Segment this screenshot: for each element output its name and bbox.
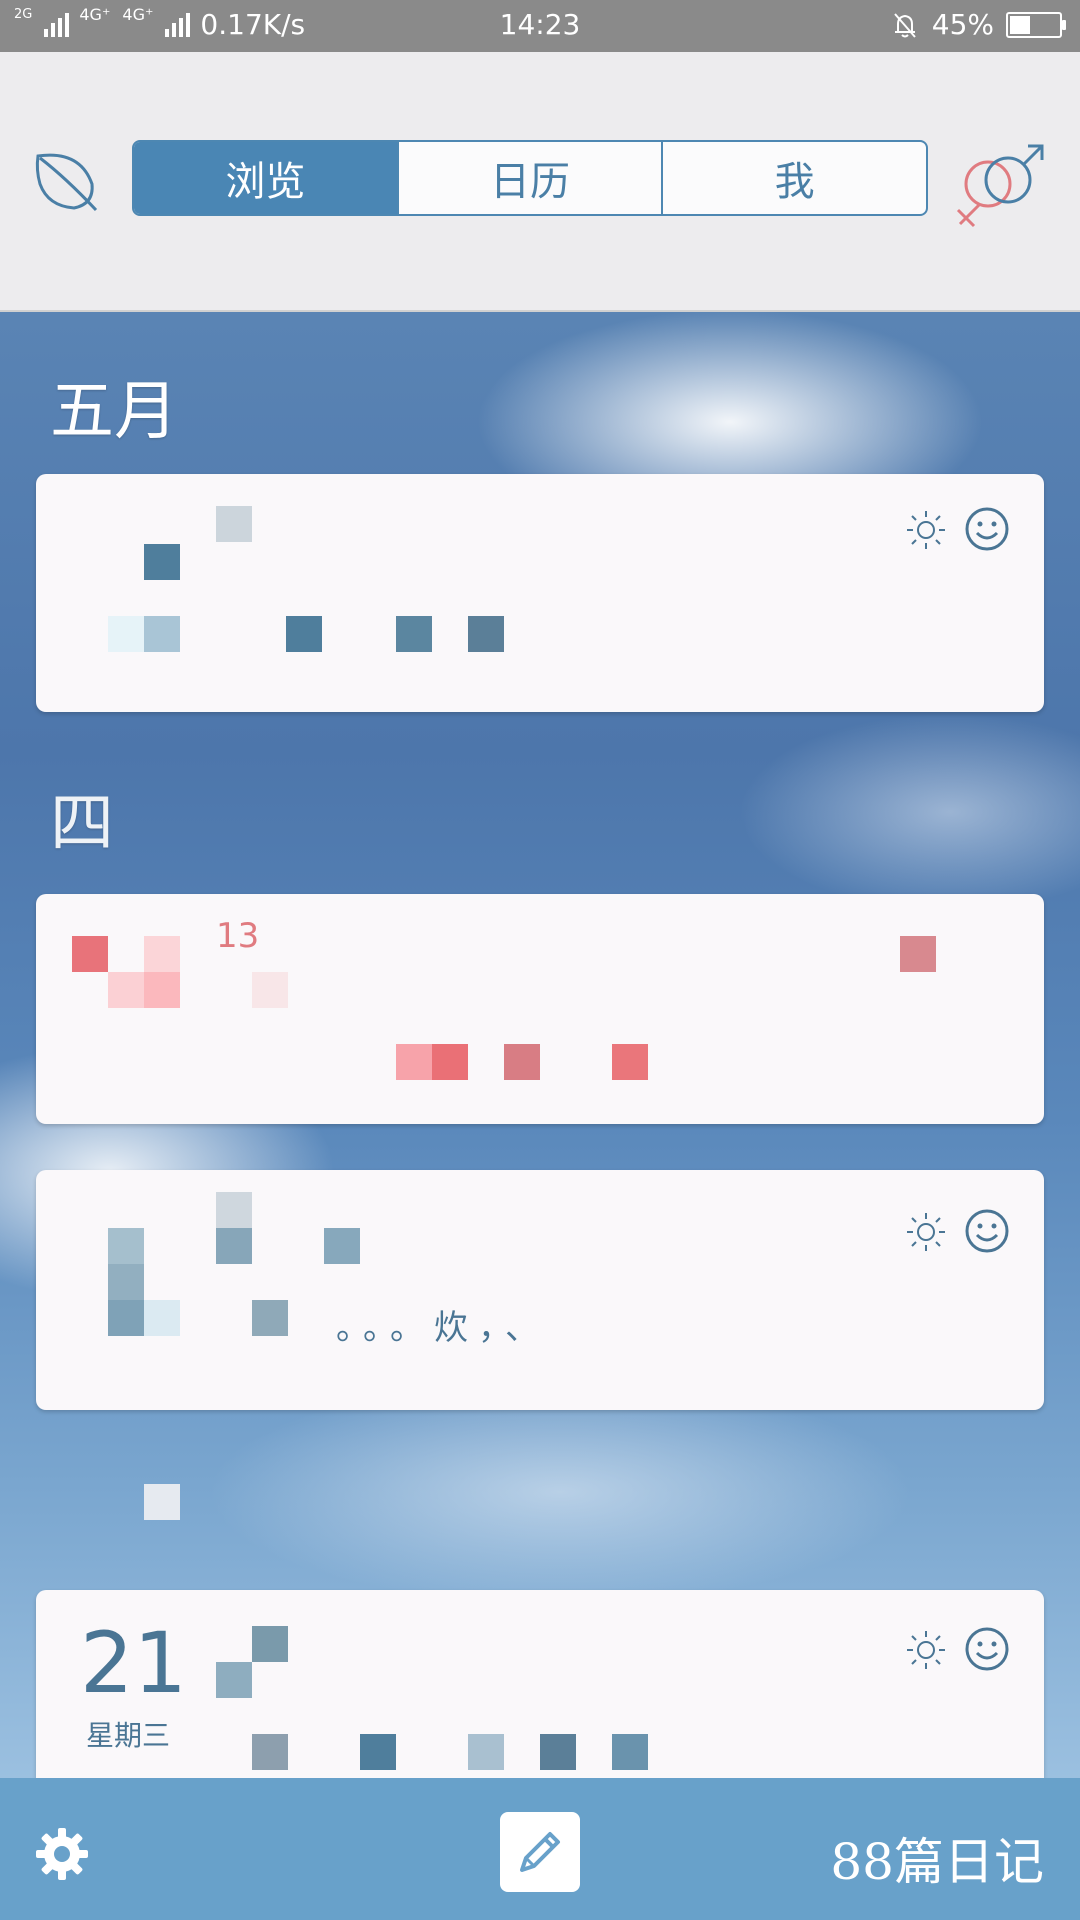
diary-entry-card[interactable]: [36, 474, 1044, 712]
smiley-icon: [965, 1209, 1009, 1253]
entry-day-number: 21: [80, 1614, 187, 1712]
status-right: 45%: [890, 8, 1066, 41]
pixelated-content: [468, 1734, 504, 1770]
pixelated-content: [396, 1044, 432, 1080]
battery-percent: 45%: [931, 8, 994, 41]
pixelated-content: [252, 972, 288, 1008]
entry-snippet: 。。。炊，、: [336, 1308, 549, 1348]
pixelated-content: [216, 506, 252, 542]
pixelated-content: [108, 1300, 144, 1336]
pixelated-content: [612, 1734, 648, 1770]
tab-calendar[interactable]: 日历: [399, 142, 664, 214]
pixelated-content: [144, 972, 180, 1008]
pixelated-content: [144, 936, 180, 972]
battery-fill: [1010, 15, 1030, 34]
leaf-icon[interactable]: [30, 144, 102, 216]
entry-weekday: 星期三: [86, 1719, 171, 1752]
view-segmented-control: 浏览 日历 我: [132, 140, 928, 216]
entry-day-number: 13: [216, 916, 260, 956]
pixelated-content: [432, 1044, 468, 1080]
battery-icon: [1006, 11, 1066, 38]
pixelated-content: [286, 616, 322, 652]
tab-browse[interactable]: 浏览: [134, 142, 399, 214]
sun-icon: [907, 1631, 945, 1669]
pixelated-content: [108, 1264, 144, 1300]
bottom-bar: 88篇日记: [0, 1778, 1080, 1920]
pixelated-content: [360, 1734, 396, 1770]
sun-icon: [907, 511, 945, 549]
pixelated-content: [252, 1626, 288, 1662]
pixelated-content: [396, 616, 432, 652]
pixelated-content: [504, 1044, 540, 1080]
pixelated-content: [468, 616, 504, 652]
pixelated-content: [216, 1228, 252, 1264]
tab-me[interactable]: 我: [663, 142, 926, 214]
pixelated-content: [252, 1734, 288, 1770]
pencil-icon: [520, 1832, 560, 1872]
month-heading: 四: [50, 787, 114, 861]
pixelated-content: [72, 936, 108, 972]
diary-entry-card[interactable]: 13: [36, 894, 1044, 1124]
diary-count-label: 88篇日记: [830, 1833, 1044, 1891]
pixelated-content: [144, 1484, 180, 1520]
diary-feed: 五月 四 13 。。。炊，、 21 星期三: [0, 312, 1080, 1820]
smiley-icon: [965, 1627, 1009, 1671]
bell-muted-icon: [894, 12, 916, 38]
pixelated-content: [612, 1044, 648, 1080]
pixelated-content: [900, 936, 936, 972]
pixelated-content: [216, 1192, 252, 1228]
pixelated-content: [540, 1734, 576, 1770]
gear-icon[interactable]: [32, 1824, 92, 1884]
pixelated-content: [144, 544, 180, 580]
app-header: 浏览 日历 我: [0, 52, 1080, 312]
pixelated-content: [216, 1662, 252, 1698]
gender-symbol-icon[interactable]: [950, 140, 1050, 240]
status-bar: 2G 4G⁺ 4G⁺ 0.17K/s 14:23 45%: [0, 0, 1080, 52]
pixelated-content: [324, 1228, 360, 1264]
pixelated-content: [108, 616, 144, 652]
diary-entry-card[interactable]: 。。。炊，、: [36, 1170, 1044, 1410]
pixelated-content: [144, 616, 180, 652]
pixelated-content: [108, 1228, 144, 1264]
sun-icon: [907, 1213, 945, 1251]
pixelated-content: [108, 972, 144, 1008]
smiley-icon: [965, 507, 1009, 551]
new-entry-button[interactable]: [500, 1812, 580, 1892]
month-heading: 五月: [50, 375, 178, 449]
pixelated-content: [252, 1300, 288, 1336]
pixelated-content: [144, 1300, 180, 1336]
